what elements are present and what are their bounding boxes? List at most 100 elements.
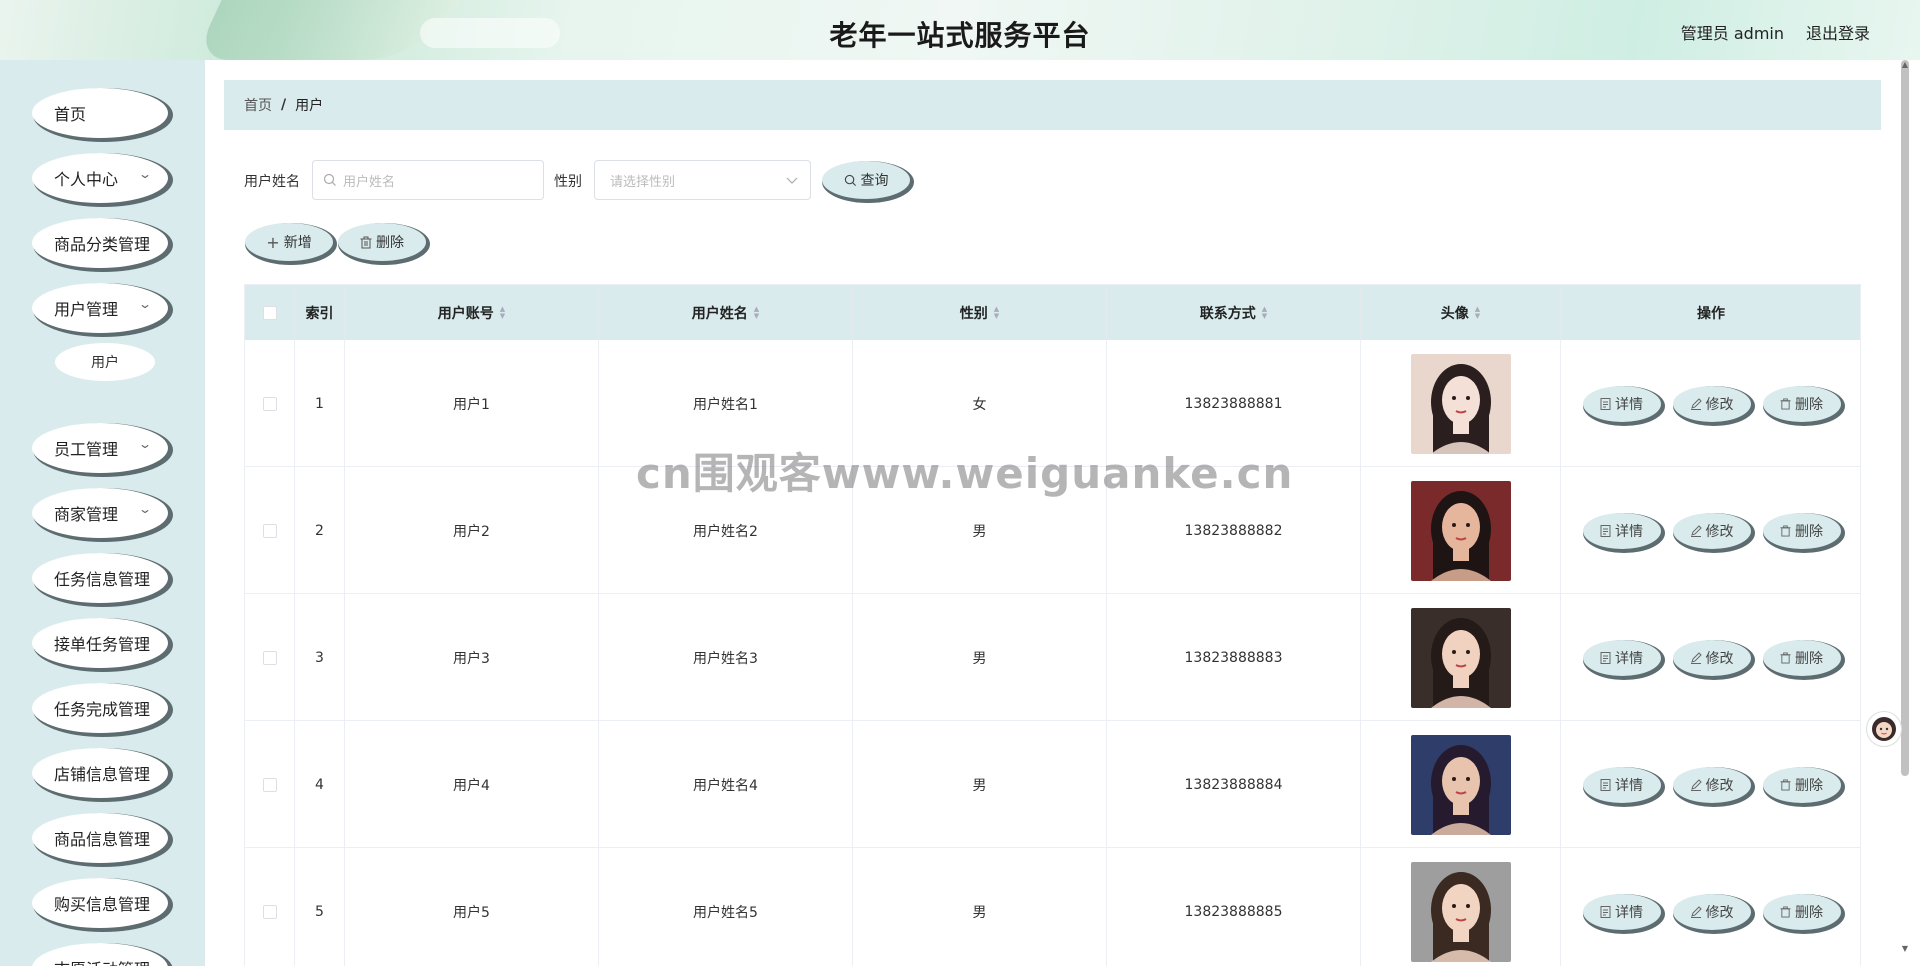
- breadcrumb: 首页 / 用户: [224, 80, 1881, 130]
- cell-account: 用户1: [345, 340, 599, 467]
- query-button[interactable]: 查询: [822, 161, 910, 199]
- delete-button[interactable]: 删除: [1762, 766, 1841, 803]
- add-button-label: 新增: [283, 235, 312, 251]
- column-header[interactable]: 性别 ▲ ▼: [853, 285, 1107, 340]
- add-button[interactable]: + 新增: [245, 223, 333, 261]
- sidebar-item-4[interactable]: 员工管理 ⌄: [32, 423, 168, 473]
- column-header[interactable]: 联系方式 ▲ ▼: [1107, 285, 1361, 340]
- table-row: 1 用户1 用户姓名1 女 13823888881 详情 修改 删除: [245, 340, 1860, 467]
- sort-icon[interactable]: ▲ ▼: [994, 305, 999, 320]
- row-checkbox[interactable]: [262, 904, 277, 919]
- sidebar-subitem-user[interactable]: 用户: [55, 343, 155, 381]
- user-avatar-photo[interactable]: [1410, 480, 1511, 581]
- delete-button-label: 删除: [1795, 777, 1823, 794]
- detail-button[interactable]: 详情: [1582, 512, 1661, 549]
- detail-button-label: 详情: [1615, 904, 1643, 921]
- user-avatar-photo[interactable]: [1410, 861, 1511, 962]
- delete-button[interactable]: 删除: [1762, 639, 1841, 676]
- edit-icon: [1690, 397, 1702, 410]
- cell-index: 4: [295, 721, 345, 848]
- table-row: 3 用户3 用户姓名3 男 13823888883 详情 修改 删除: [245, 594, 1860, 721]
- cell-index: 5: [295, 848, 345, 966]
- cell-gender: 男: [853, 848, 1107, 966]
- row-checkbox[interactable]: [262, 650, 277, 665]
- sidebar-item-9[interactable]: 店铺信息管理: [32, 748, 168, 798]
- bulk-delete-button[interactable]: 删除: [338, 223, 426, 261]
- edit-button[interactable]: 修改: [1672, 385, 1751, 422]
- column-header: 操作: [1561, 285, 1860, 340]
- detail-button-label: 详情: [1615, 777, 1643, 794]
- sidebar-item-12[interactable]: 志愿活动管理: [32, 943, 168, 966]
- edit-button[interactable]: 修改: [1672, 766, 1751, 803]
- detail-button-label: 详情: [1615, 650, 1643, 667]
- column-header[interactable]: 用户姓名 ▲ ▼: [599, 285, 853, 340]
- sort-icon[interactable]: ▲ ▼: [754, 305, 759, 320]
- sidebar-item-label: 购买信息管理: [54, 895, 151, 914]
- detail-button[interactable]: 详情: [1582, 766, 1661, 803]
- user-avatar-photo[interactable]: [1410, 353, 1511, 454]
- row-select-cell: [245, 594, 295, 721]
- sidebar-item-5[interactable]: 商家管理 ⌄: [32, 488, 168, 538]
- sidebar-item-label: 商品信息管理: [54, 830, 151, 849]
- cell-gender: 女: [853, 340, 1107, 467]
- row-checkbox[interactable]: [262, 777, 277, 792]
- column-header[interactable]: 头像 ▲ ▼: [1361, 285, 1561, 340]
- row-select-cell: [245, 340, 295, 467]
- scrollbar-thumb[interactable]: [1901, 60, 1909, 776]
- select-all-checkbox[interactable]: [262, 305, 277, 320]
- cell-gender: 男: [853, 721, 1107, 848]
- column-header-label: 性别: [959, 305, 988, 322]
- sidebar-item-10[interactable]: 商品信息管理: [32, 813, 168, 863]
- plus-icon: +: [266, 232, 280, 252]
- edit-button[interactable]: 修改: [1672, 512, 1751, 549]
- cell-name: 用户姓名2: [599, 467, 853, 594]
- delete-button[interactable]: 删除: [1762, 385, 1841, 422]
- detail-button[interactable]: 详情: [1582, 893, 1661, 930]
- sidebar-item-11[interactable]: 购买信息管理: [32, 878, 168, 928]
- delete-button[interactable]: 删除: [1762, 512, 1841, 549]
- trash-icon: [1780, 906, 1791, 917]
- cell-actions: 详情 修改 删除: [1561, 594, 1860, 721]
- sidebar-item-0[interactable]: 首页: [32, 88, 168, 138]
- name-search-placeholder: 用户姓名: [343, 174, 396, 190]
- sidebar-item-6[interactable]: 任务信息管理: [32, 553, 168, 603]
- cell-gender: 男: [853, 467, 1107, 594]
- chevron-down-icon: ⌄: [137, 297, 153, 311]
- assistant-avatar-button[interactable]: [1866, 711, 1902, 747]
- cell-actions: 详情 修改 删除: [1561, 467, 1860, 594]
- edit-icon: [1690, 651, 1702, 664]
- page-scrollbar[interactable]: [1900, 60, 1910, 960]
- column-header[interactable]: 用户账号 ▲ ▼: [345, 285, 599, 340]
- table-header: 索引 用户账号 ▲ ▼ 用户姓名 ▲ ▼ 性别 ▲ ▼ 联系方式 ▲ ▼ 头像 ▲ ▼ 操作: [245, 285, 1860, 340]
- user-avatar-photo[interactable]: [1410, 734, 1511, 835]
- row-select-cell: [245, 721, 295, 848]
- sidebar-item-8[interactable]: 任务完成管理: [32, 683, 168, 733]
- name-search-input[interactable]: 用户姓名: [312, 160, 544, 200]
- detail-button[interactable]: 详情: [1582, 639, 1661, 676]
- cell-phone: 13823888885: [1107, 848, 1361, 966]
- row-checkbox[interactable]: [262, 396, 277, 411]
- gender-select[interactable]: 请选择性别: [594, 160, 811, 200]
- scroll-up-arrow[interactable]: ▲: [1902, 60, 1908, 69]
- row-checkbox[interactable]: [262, 523, 277, 538]
- sidebar-item-1[interactable]: 个人中心 ⌄: [32, 153, 168, 203]
- sort-icon[interactable]: ▲ ▼: [1262, 305, 1267, 320]
- user-avatar-photo[interactable]: [1410, 607, 1511, 708]
- sidebar-item-label: 商品分类管理: [54, 235, 151, 254]
- scroll-down-arrow[interactable]: ▼: [1902, 944, 1908, 953]
- detail-button[interactable]: 详情: [1582, 385, 1661, 422]
- bulk-delete-button-label: 删除: [376, 235, 404, 251]
- logout-link[interactable]: 退出登录: [1806, 20, 1870, 44]
- edit-button[interactable]: 修改: [1672, 893, 1751, 930]
- edit-button-label: 修改: [1705, 777, 1734, 794]
- cell-phone: 13823888884: [1107, 721, 1361, 848]
- sort-icon[interactable]: ▲ ▼: [1475, 305, 1480, 320]
- sidebar-item-7[interactable]: 接单任务管理: [32, 618, 168, 668]
- sidebar-item-3[interactable]: 用户管理 ⌄: [32, 283, 168, 333]
- sidebar-item-2[interactable]: 商品分类管理: [32, 218, 168, 268]
- delete-button[interactable]: 删除: [1762, 893, 1841, 930]
- edit-button[interactable]: 修改: [1672, 639, 1751, 676]
- sort-icon[interactable]: ▲ ▼: [500, 305, 505, 320]
- cell-account: 用户3: [345, 594, 599, 721]
- breadcrumb-home[interactable]: 首页: [244, 95, 272, 115]
